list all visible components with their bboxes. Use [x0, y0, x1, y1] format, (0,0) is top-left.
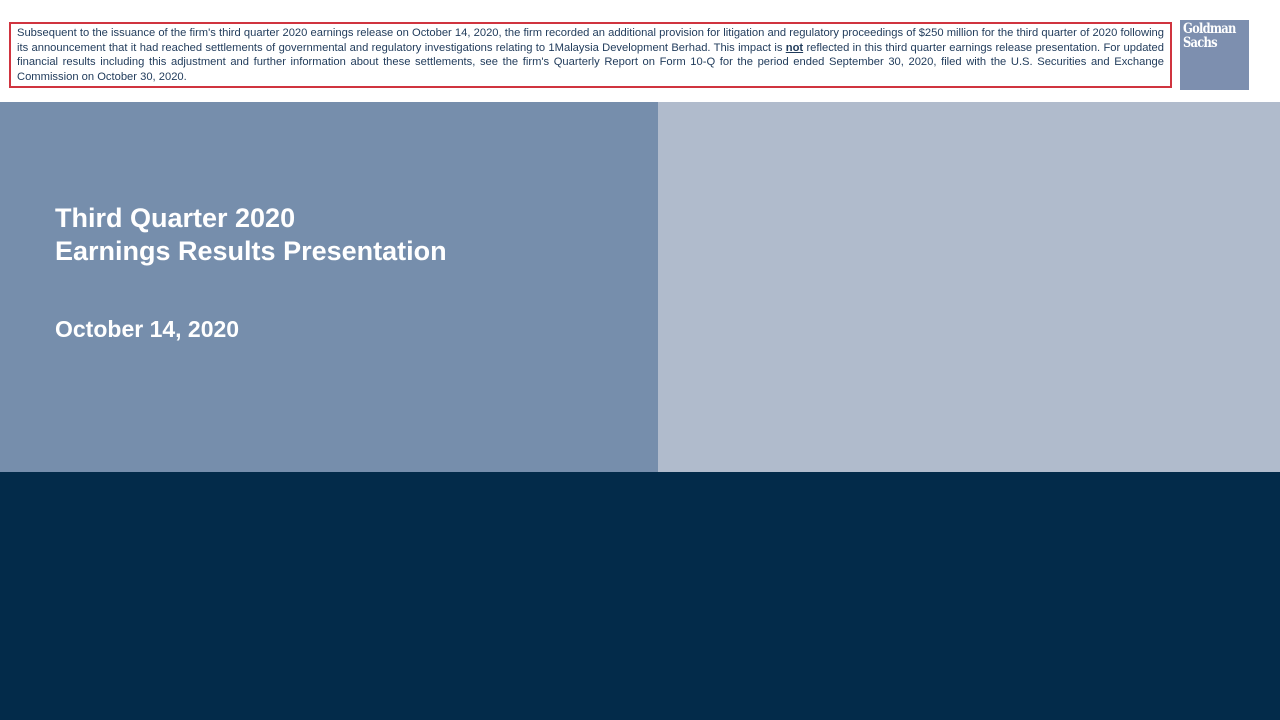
- disclaimer-text: Subsequent to the issuance of the firm's…: [17, 26, 1164, 84]
- hero-left-panel: Third Quarter 2020 Earnings Results Pres…: [0, 102, 658, 472]
- title-line-2: Earnings Results Presentation: [55, 236, 447, 266]
- presentation-date: October 14, 2020: [55, 316, 240, 342]
- presentation-title: Third Quarter 2020 Earnings Results Pres…: [55, 202, 447, 268]
- slide-page: Subsequent to the issuance of the firm's…: [0, 0, 1280, 720]
- title-line-1: Third Quarter 2020: [55, 203, 296, 233]
- header-strip: Subsequent to the issuance of the firm's…: [0, 0, 1280, 102]
- logo-line-sachs: Sachs: [1183, 35, 1218, 51]
- goldman-sachs-logo: Goldman Sachs: [1180, 20, 1249, 90]
- footer-band: [0, 472, 1280, 720]
- disclaimer-box: Subsequent to the issuance of the firm's…: [9, 22, 1172, 88]
- hero-right-panel: [658, 102, 1280, 472]
- disclaimer-emphasis: not: [785, 41, 804, 54]
